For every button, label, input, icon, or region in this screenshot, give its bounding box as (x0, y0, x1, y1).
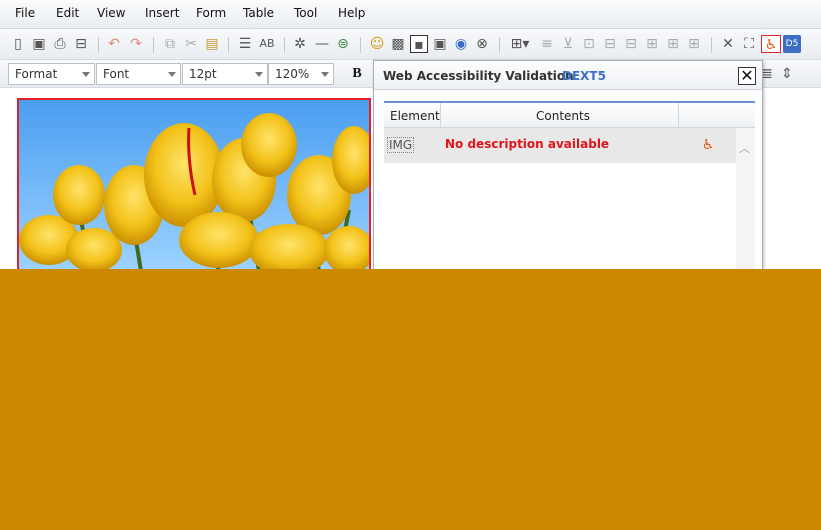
bold-button[interactable]: B (348, 65, 366, 83)
menu-file[interactable]: File (15, 6, 35, 20)
horizontal-rule-icon[interactable]: — (313, 35, 331, 53)
menu-table[interactable]: Table (243, 6, 274, 20)
chevron-down-icon (82, 72, 90, 77)
panel-title: Web Accessibility Validation (383, 69, 574, 83)
dext-icon[interactable]: D5 (783, 35, 801, 53)
menu-view[interactable]: View (97, 6, 125, 20)
media-icon[interactable]: ▣ (431, 35, 449, 53)
zoom-select[interactable]: 120% (268, 63, 334, 85)
flash-icon[interactable]: ⊗ (473, 35, 491, 53)
row-above-icon[interactable]: ⊟ (601, 35, 619, 53)
cut-icon[interactable]: ✂ (182, 35, 200, 53)
accessibility-validation-panel: Web Accessibility Validation DEXT5 ✕ Ele… (373, 60, 763, 269)
line-spacing-icon[interactable]: ⇕ (778, 65, 796, 83)
menu-form[interactable]: Form (196, 6, 226, 20)
close-button[interactable]: ✕ (738, 67, 756, 85)
table-props-icon[interactable]: ≡ (538, 35, 556, 53)
editor-window: File Edit View Insert Form Table Tool He… (0, 0, 821, 269)
zoom-value: 120% (275, 67, 310, 81)
font-select[interactable]: Font (96, 63, 181, 85)
element-cell: IMG (387, 137, 415, 153)
chevron-down-icon (255, 72, 263, 77)
panel-header: Web Accessibility Validation DEXT5 ✕ (374, 61, 762, 90)
toolbar-divider (228, 37, 229, 53)
validation-table: Element Contents IMG No description avai… (384, 101, 755, 269)
col-right-icon[interactable]: ⊞ (664, 35, 682, 53)
accessibility-icon[interactable]: ♿ (761, 35, 781, 53)
pattern-icon[interactable]: ▩ (389, 35, 407, 53)
copy-icon[interactable]: ⧉ (161, 35, 179, 53)
new-document-icon[interactable]: ▯ (9, 35, 27, 53)
column-header-element[interactable]: Element (390, 109, 440, 123)
menu-insert[interactable]: Insert (145, 6, 179, 20)
main-toolbar: ▯ ▣ ⎙ ⊟ ↶ ↷ ⧉ ✂ ▤ ☰ AB ✲ — ⊜ ☺ ▩ ▪ ▣ ◉ ⊗… (0, 29, 821, 60)
paste-icon[interactable]: ▤ (203, 35, 221, 53)
toolbar-divider (360, 37, 361, 53)
chevron-down-icon (168, 72, 176, 77)
row-below-icon[interactable]: ⊟ (622, 35, 640, 53)
toolbar-divider (284, 37, 285, 53)
menu-help[interactable]: Help (338, 6, 365, 20)
save-icon[interactable]: ▣ (30, 35, 48, 53)
special-char-icon[interactable]: ✲ (291, 35, 309, 53)
link-icon[interactable]: ⊜ (334, 35, 352, 53)
menu-tool[interactable]: Tool (294, 6, 317, 20)
image-icon[interactable]: ▪ (410, 35, 428, 53)
col-left-icon[interactable]: ⊞ (643, 35, 661, 53)
merge-icon[interactable]: ⊞ (685, 35, 703, 53)
format-select-value: Format (15, 67, 58, 81)
split-cell-icon[interactable]: ⊡ (580, 35, 598, 53)
font-size-select[interactable]: 12pt (182, 63, 268, 85)
print-icon[interactable]: ⎙ (51, 35, 69, 53)
selected-image[interactable] (17, 98, 371, 269)
chart-icon[interactable]: ◉ (452, 35, 470, 53)
toolbar-divider (98, 37, 99, 53)
tools-icon[interactable]: ✕ (719, 35, 737, 53)
font-size-value: 12pt (189, 67, 217, 81)
fullscreen-icon[interactable]: ⛶ (740, 35, 758, 53)
emoticon-icon[interactable]: ☺ (368, 35, 386, 53)
menu-bar: File Edit View Insert Form Table Tool He… (0, 0, 821, 29)
toolbar-divider (711, 37, 712, 53)
message-cell: No description available (445, 137, 610, 151)
table-header: Element Contents (384, 101, 755, 129)
chevron-down-icon (321, 72, 329, 77)
column-divider (440, 103, 441, 129)
undo-icon[interactable]: ↶ (105, 35, 123, 53)
column-header-contents[interactable]: Contents (536, 109, 590, 123)
toolbar-divider (499, 37, 500, 53)
scrollbar[interactable]: ︿ (736, 128, 755, 269)
cell-props-icon[interactable]: ⊻ (559, 35, 577, 53)
column-divider (678, 103, 679, 129)
redo-icon[interactable]: ↷ (127, 35, 145, 53)
tulip-photo (19, 113, 369, 269)
print-preview-icon[interactable]: ⊟ (72, 35, 90, 53)
font-select-value: Font (103, 67, 130, 81)
panel-brand: DEXT5 (562, 69, 606, 83)
accessibility-fix-icon[interactable]: ♿ (699, 136, 717, 154)
toolbar-divider (153, 37, 154, 53)
format-select[interactable]: Format (8, 63, 95, 85)
table-row[interactable]: IMG No description available ♿ (384, 128, 736, 163)
scroll-up-icon[interactable]: ︿ (739, 140, 750, 156)
menu-edit[interactable]: Edit (56, 6, 79, 20)
table-icon[interactable]: ⊞▾ (507, 35, 533, 53)
source-icon[interactable]: ☰ (236, 35, 254, 53)
spellcheck-icon[interactable]: AB (258, 35, 276, 53)
